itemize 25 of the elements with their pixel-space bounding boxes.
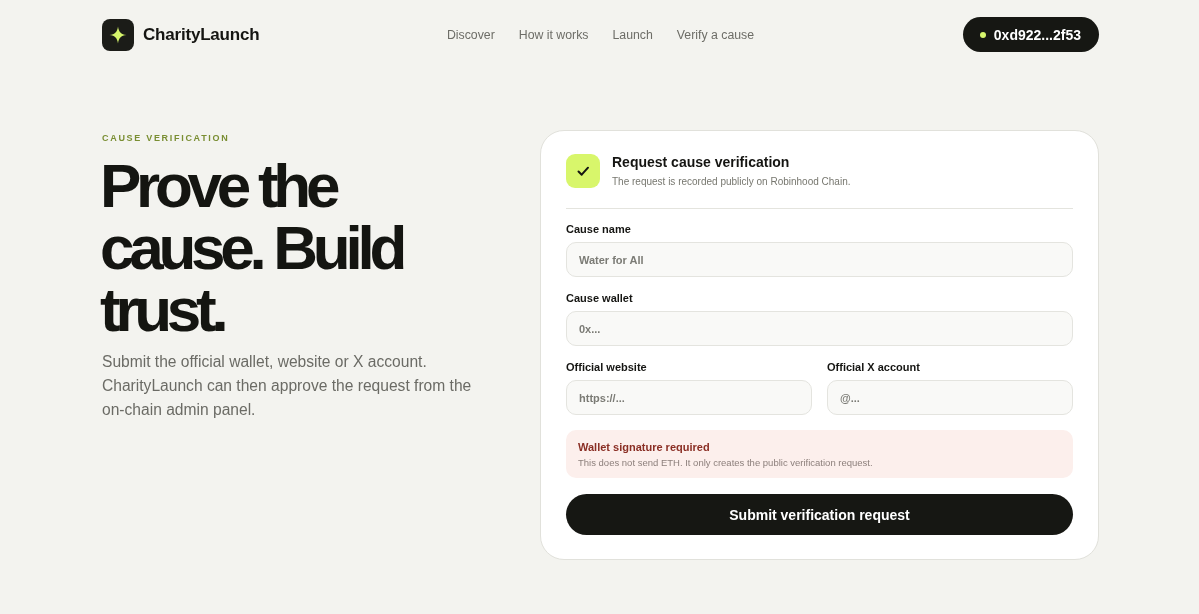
input-field[interactable]: Water for All — [566, 242, 1073, 277]
eyebrow-label: CAUSE VERIFICATION — [102, 133, 230, 143]
field-label: Official website — [566, 360, 647, 374]
field-label: Official X account — [827, 360, 920, 374]
notice-text: This does not send ETH. It only creates the public verification request. — [578, 457, 873, 469]
submit-button[interactable]: Submit verification request — [566, 494, 1073, 535]
notice-title: Wallet signature required — [578, 440, 710, 454]
wallet-button[interactable]: 0xd922...2f53 — [962, 17, 1099, 52]
nav-link[interactable]: Verify a cause — [676, 27, 755, 42]
home-link[interactable]: CharityLaunch — [102, 18, 260, 51]
status-dot-icon — [979, 31, 986, 38]
input-field[interactable]: @... — [827, 380, 1073, 415]
nav-link[interactable]: How it works — [518, 27, 589, 42]
field-label: Cause wallet — [566, 291, 633, 305]
input-field[interactable]: 0x... — [566, 311, 1073, 346]
hero-description: Submit the official wallet, website or X account. CharityLaunch can then approve the request from the on-chain admin panel. — [102, 352, 473, 420]
check-icon — [566, 154, 600, 188]
card-subtitle: The request is recorded publicly on Robinhood Chain. — [612, 175, 851, 189]
field-label: Cause name — [566, 222, 631, 236]
card-title: Request cause verification — [612, 153, 790, 171]
hero-headline: Prove the cause. Build trust. — [100, 155, 404, 341]
input-field[interactable]: https://... — [566, 380, 812, 415]
nav-link[interactable]: Launch — [612, 27, 653, 42]
nav-link[interactable]: Discover — [446, 27, 495, 42]
logo-icon — [102, 18, 134, 51]
